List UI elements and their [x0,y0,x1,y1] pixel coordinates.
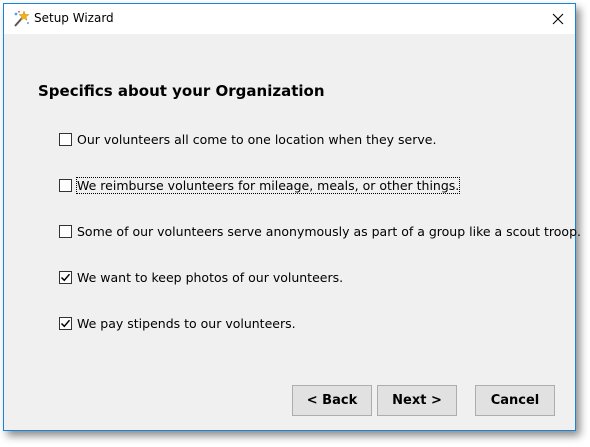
close-button[interactable] [541,4,575,34]
setup-wizard-window: Setup Wizard Specifics about your Organi… [3,3,581,431]
close-icon [552,13,564,25]
window-title: Setup Wizard [34,11,114,25]
option-label: Some of our volunteers serve anonymously… [77,223,581,239]
page-title: Specifics about your Organization [38,82,325,100]
checkmark-icon [60,319,71,327]
option-photos[interactable]: We want to keep photos of our volunteers… [59,268,343,286]
next-button[interactable]: Next > [377,385,457,416]
wand-sparkle-icon [12,10,30,28]
checkbox[interactable] [59,178,72,192]
checkmark-icon [60,273,71,281]
option-label: We pay stipends to our volunteers. [77,315,296,331]
checkbox[interactable] [59,132,72,146]
option-anonymous-group[interactable]: Some of our volunteers serve anonymously… [59,222,581,240]
option-label: We reimburse volunteers for mileage, mea… [75,176,461,194]
back-button[interactable]: < Back [292,385,372,416]
option-stipends[interactable]: We pay stipends to our volunteers. [59,314,296,332]
option-label: Our volunteers all come to one location … [77,131,437,147]
checkbox[interactable] [59,316,72,330]
checkbox[interactable] [59,270,72,284]
option-reimburse[interactable]: We reimburse volunteers for mileage, mea… [59,176,461,194]
option-label: We want to keep photos of our volunteers… [77,269,344,285]
checkbox[interactable] [59,224,72,238]
cancel-button[interactable]: Cancel [475,385,555,416]
option-one-location[interactable]: Our volunteers all come to one location … [59,130,436,148]
title-bar[interactable]: Setup Wizard [4,4,575,34]
